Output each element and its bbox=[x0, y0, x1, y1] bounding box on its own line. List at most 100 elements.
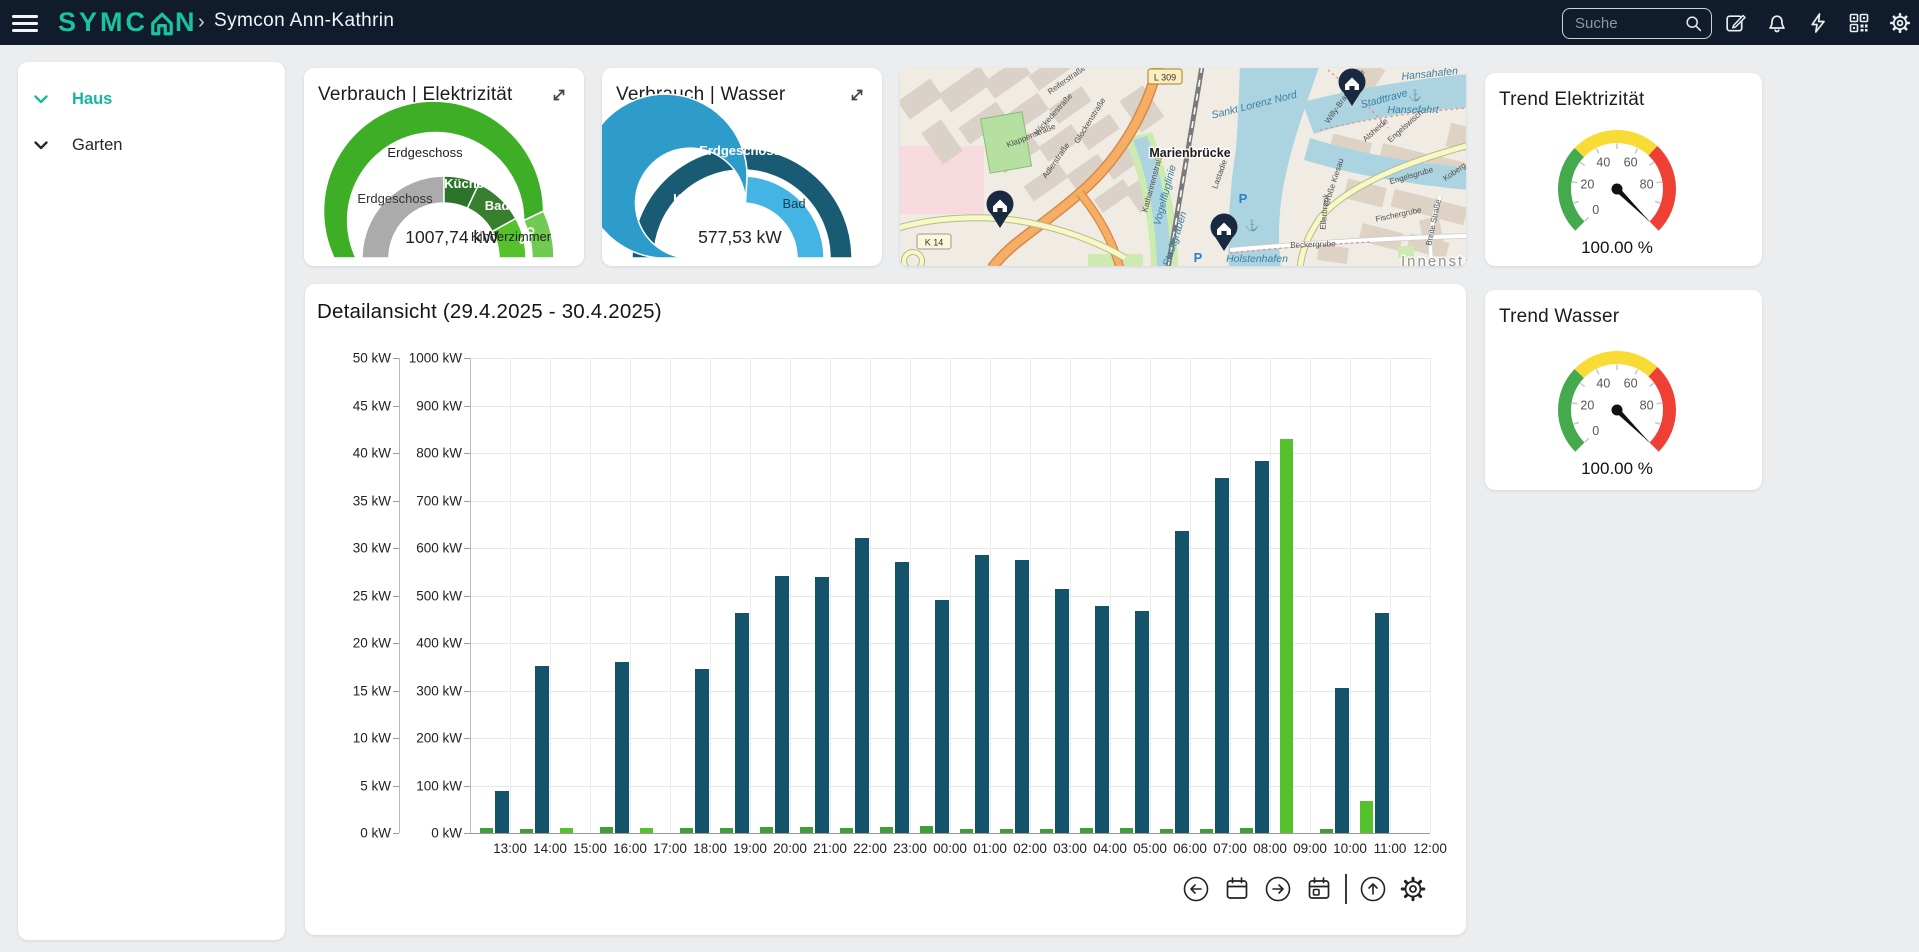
bar-electricity bbox=[800, 827, 813, 833]
detail-chart-card: Detailansicht (29.4.2025 - 30.4.2025) 0 … bbox=[305, 284, 1466, 935]
map-label: Innenstadt bbox=[1401, 253, 1466, 266]
location-map[interactable]: KatharinenstraßeReiferstraßeWickedestraß… bbox=[900, 68, 1466, 266]
bar-water bbox=[1215, 478, 1229, 833]
logo-text-right: N bbox=[175, 7, 198, 38]
bar-electricity bbox=[760, 827, 773, 833]
gridline-vertical bbox=[830, 358, 831, 833]
water-donut-gauge: ErdgeschossKücheBad577,53 kW bbox=[602, 68, 882, 266]
bar-water bbox=[1135, 611, 1149, 833]
card-title: Trend Elektrizität bbox=[1499, 89, 1644, 111]
bar-water bbox=[815, 577, 829, 833]
bar-water bbox=[975, 555, 989, 833]
right-scale-label: 100 kW bbox=[402, 778, 462, 793]
bar-water bbox=[615, 662, 629, 833]
bar-electricity bbox=[880, 827, 893, 833]
right-scale-label: 800 kW bbox=[402, 446, 462, 461]
donut-segment-label: Bad bbox=[485, 198, 510, 213]
svg-text:L 309: L 309 bbox=[1154, 73, 1176, 83]
chart-calendar-day-icon[interactable] bbox=[1304, 874, 1334, 904]
donut-value: 577,53 kW bbox=[698, 227, 782, 247]
gauge-tick bbox=[1580, 383, 1584, 386]
gauge-tick-label: 20 bbox=[1580, 398, 1594, 412]
gridline-vertical bbox=[990, 358, 991, 833]
search-input[interactable] bbox=[1563, 15, 1684, 32]
bar-water bbox=[735, 613, 749, 833]
gridline-vertical bbox=[750, 358, 751, 833]
gauge-tick bbox=[1657, 182, 1662, 183]
gridline-vertical bbox=[1350, 358, 1351, 833]
edit-icon[interactable] bbox=[1724, 11, 1748, 35]
left-axis-label: 40 kW bbox=[331, 446, 391, 461]
search-icon[interactable] bbox=[1684, 14, 1703, 33]
chart-calendar-icon[interactable] bbox=[1222, 874, 1252, 904]
gauge-tick-label: 60 bbox=[1624, 376, 1638, 390]
gauge-tick-label: 0 bbox=[1592, 424, 1599, 438]
left-axis-label: 5 kW bbox=[331, 778, 391, 793]
gridline-vertical bbox=[630, 358, 631, 833]
settings-gear-icon[interactable] bbox=[1888, 11, 1912, 35]
qr-code-icon[interactable] bbox=[1847, 11, 1871, 35]
bar-water bbox=[855, 538, 869, 833]
gauge-tick bbox=[1649, 383, 1653, 386]
menu-hamburger-icon[interactable] bbox=[12, 11, 38, 33]
right-scale-label: 400 kW bbox=[402, 636, 462, 651]
app-logo[interactable]: SYMC N bbox=[58, 7, 198, 38]
sidebar-item-haus[interactable]: Haus bbox=[18, 82, 285, 116]
right-scale-label: 200 kW bbox=[402, 731, 462, 746]
x-axis-label: 12:00 bbox=[1406, 841, 1454, 856]
gauge-zone bbox=[1579, 137, 1653, 153]
gauge-zone bbox=[1565, 152, 1580, 226]
gauge-zone bbox=[1653, 151, 1670, 226]
bar-water bbox=[695, 669, 709, 833]
gauge-tick bbox=[1649, 162, 1653, 165]
gauge-tick bbox=[1574, 201, 1579, 203]
chart-prev-period-icon[interactable] bbox=[1181, 874, 1211, 904]
left-axis-label: 30 kW bbox=[331, 541, 391, 556]
gauge-tick bbox=[1655, 422, 1660, 424]
right-scale-label: 300 kW bbox=[402, 683, 462, 698]
bar-water bbox=[1335, 688, 1349, 833]
gauge-hub bbox=[1612, 184, 1623, 195]
chart-aggregate-up-icon[interactable] bbox=[1358, 874, 1388, 904]
bar-water bbox=[775, 576, 789, 833]
card-trend-water: Trend Wasser 020406080100.00 % bbox=[1485, 290, 1762, 490]
bar-water bbox=[935, 600, 949, 833]
bar-electricity bbox=[1240, 828, 1253, 833]
anchor-icon: ⚓ bbox=[1408, 89, 1422, 102]
parking-icon: P bbox=[1239, 191, 1248, 206]
left-axis-label: 50 kW bbox=[331, 351, 391, 366]
bar-electricity bbox=[840, 828, 853, 833]
sidebar-item-garten[interactable]: Garten bbox=[18, 128, 285, 162]
logo-house-icon bbox=[150, 11, 174, 37]
right-scale-label: 700 kW bbox=[402, 493, 462, 508]
card-title: Trend Wasser bbox=[1499, 306, 1619, 328]
search-box[interactable] bbox=[1562, 8, 1712, 39]
bar-water bbox=[1015, 560, 1029, 833]
bar-water bbox=[535, 666, 549, 833]
map-road-badge: L 309 bbox=[1148, 69, 1182, 84]
chart-next-period-icon[interactable] bbox=[1263, 874, 1293, 904]
map-label: Marienbrücke bbox=[1149, 146, 1230, 160]
gauge-value: 100.00 % bbox=[1581, 238, 1653, 257]
bar-electricity bbox=[1160, 829, 1173, 833]
map-road-badge: K 14 bbox=[917, 234, 951, 249]
gridline-vertical bbox=[1430, 358, 1431, 833]
bar-electricity bbox=[960, 829, 973, 833]
bar-electricity bbox=[1280, 439, 1293, 833]
gauge-tick bbox=[1635, 369, 1637, 374]
bar-electricity bbox=[1000, 829, 1013, 833]
map-canvas[interactable]: KatharinenstraßeReiferstraßeWickedestraß… bbox=[900, 68, 1466, 266]
gauge-tick bbox=[1596, 148, 1598, 153]
bar-electricity bbox=[1080, 828, 1093, 833]
sidebar-item-label: Haus bbox=[72, 90, 112, 109]
bar-electricity bbox=[640, 828, 653, 833]
map-label: Holstenhafen bbox=[1226, 253, 1288, 265]
notifications-bell-icon[interactable] bbox=[1765, 11, 1789, 35]
left-axis-label: 35 kW bbox=[331, 493, 391, 508]
topbar-icon-group bbox=[1724, 0, 1912, 45]
chart-settings-gear-icon[interactable] bbox=[1398, 874, 1428, 904]
map-label: Hansefahrt bbox=[1387, 104, 1439, 116]
energy-bolt-icon[interactable] bbox=[1806, 11, 1830, 35]
gauge-tick bbox=[1655, 201, 1660, 203]
bar-water bbox=[1055, 589, 1069, 833]
